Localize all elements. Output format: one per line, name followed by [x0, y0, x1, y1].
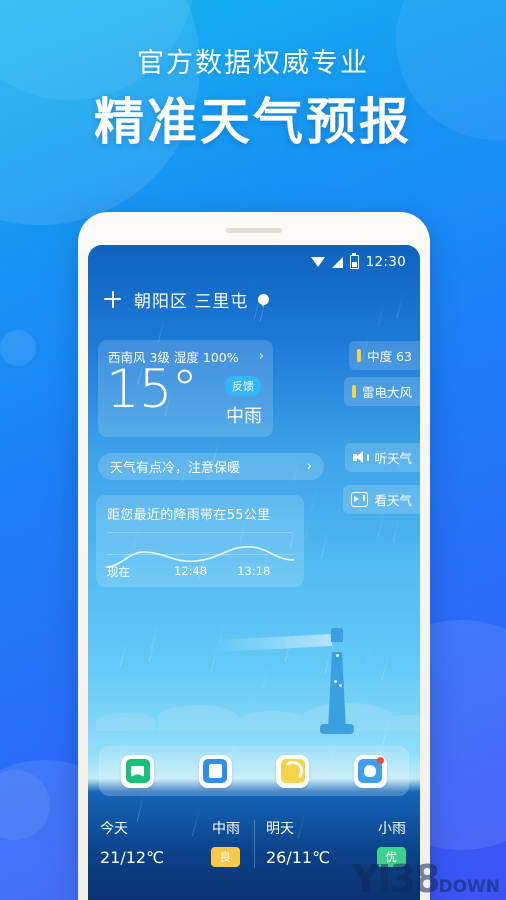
- rain-drop: [150, 622, 158, 649]
- aqi-bar-icon: [357, 349, 361, 362]
- location-bar[interactable]: 朝阳区 三里屯: [88, 279, 269, 319]
- hill-shape: [158, 705, 238, 731]
- quick-app-row: [99, 746, 409, 796]
- location-label[interactable]: 朝阳区 三里屯: [134, 287, 248, 312]
- photo-icon: [203, 759, 227, 783]
- rain-time-label: 现在: [107, 564, 174, 580]
- typhoon-icon: [281, 759, 305, 783]
- watch-weather-chip[interactable]: 看天气: [343, 485, 420, 514]
- lighthouse-base: [320, 724, 354, 734]
- poster-headline: 官方数据权威专业 精准天气预报: [0, 48, 506, 152]
- chevron-right-icon[interactable]: ›: [307, 459, 312, 474]
- rain-drop: [120, 639, 128, 666]
- weather-tip-bar[interactable]: 天气有点冷，注意保暖 ›: [98, 453, 324, 480]
- status-bar: 12:30: [88, 245, 420, 279]
- epidemic-app-button[interactable]: [354, 755, 387, 788]
- signal-icon: [332, 257, 343, 268]
- lighthouse-lamp: [331, 628, 343, 642]
- phone-speaker: [226, 228, 282, 233]
- news-app-button[interactable]: [121, 755, 154, 788]
- alert-bar-icon: [352, 385, 356, 398]
- rain-forecast-title: 距您最近的降雨带在55公里: [96, 495, 304, 523]
- listen-weather-label: 听天气: [374, 448, 412, 467]
- rain-drop: [367, 632, 375, 659]
- rain-drop: [321, 531, 329, 558]
- aqi-chip[interactable]: 中度 63: [349, 341, 420, 370]
- poster-title: 精准天气预报: [0, 94, 506, 152]
- rain-time-label: 13:18: [237, 564, 270, 580]
- lighthouse-window-icon: [336, 654, 339, 657]
- phone-mockup: 12:30 朝阳区 三里屯 西南风 3级 湿度 100% › 15° 反馈 中雨: [78, 212, 430, 900]
- temperature-row: 15° 反馈 中雨: [98, 366, 273, 415]
- rain-drop: [263, 661, 271, 688]
- location-pin-icon: [258, 294, 269, 305]
- alert-chip[interactable]: 雷电大风: [344, 377, 420, 406]
- poster-subtitle: 官方数据权威专业: [0, 48, 506, 80]
- rain-time-axis: 现在 12:48 13:18: [107, 564, 293, 580]
- rain-forecast-card[interactable]: 距您最近的降雨带在55公里 现在 12:48 13:18: [96, 495, 304, 587]
- feedback-badge[interactable]: 反馈: [225, 376, 261, 396]
- listen-weather-chip[interactable]: 听天气: [345, 443, 420, 472]
- virus-badge-icon: [377, 757, 384, 764]
- rain-time-label: 12:48: [174, 564, 237, 580]
- watermark-sub: DOWN: [438, 877, 500, 897]
- plus-icon[interactable]: [104, 291, 121, 308]
- watch-weather-label: 看天气: [374, 490, 412, 509]
- lighthouse-window-icon: [334, 680, 337, 683]
- status-bar-time: 12:30: [366, 254, 406, 270]
- chevron-right-icon[interactable]: ›: [259, 349, 264, 364]
- forecast-day-label: 今天: [100, 818, 128, 838]
- lighthouse-tower: [328, 652, 346, 730]
- lighthouse-window-icon: [339, 684, 342, 687]
- hill-shape: [96, 713, 156, 731]
- poster-root: 官方数据权威专业 精准天气预报 12:30 朝阳区 三里屯 西南风 3级 湿度 …: [0, 0, 506, 900]
- rain-drop: [311, 483, 319, 510]
- rain-drop: [397, 290, 405, 317]
- forecast-condition-label: 小雨: [378, 818, 406, 838]
- hill-silhouettes: [88, 697, 420, 731]
- photo-app-button[interactable]: [199, 755, 232, 788]
- hill-shape: [378, 715, 420, 731]
- rain-drop: [305, 511, 313, 538]
- speaker-icon: [353, 451, 368, 464]
- tv-icon: [351, 492, 368, 507]
- forecast-temps-label: 21/12℃: [100, 848, 164, 867]
- forecast-condition-label: 中雨: [212, 818, 240, 838]
- rain-drop: [392, 514, 400, 541]
- rain-drop: [378, 298, 386, 325]
- forecast-today[interactable]: 今天 中雨 21/12℃ 良: [88, 812, 254, 876]
- rain-drop: [409, 755, 417, 782]
- forecast-temps-label: 26/11℃: [266, 848, 330, 867]
- typhoon-app-button[interactable]: [276, 755, 309, 788]
- alert-chip-label: 雷电大风: [362, 382, 412, 401]
- weather-tip-label: 天气有点冷，注意保暖: [110, 457, 240, 476]
- hill-shape: [238, 711, 308, 731]
- current-weather-card[interactable]: 西南风 3级 湿度 100% › 15° 反馈 中雨: [98, 340, 273, 437]
- lighthouse-illustration: [324, 628, 350, 730]
- rain-drop: [158, 315, 166, 342]
- aqi-chip-label: 中度 63: [367, 346, 412, 365]
- phone-screen: 12:30 朝阳区 三里屯 西南风 3级 湿度 100% › 15° 反馈 中雨: [88, 245, 420, 900]
- forecast-aqi-badge: 良: [211, 847, 241, 867]
- forecast-day-label: 明天: [266, 818, 294, 838]
- wifi-icon: [311, 257, 325, 267]
- watermark: YI38DOWN: [352, 860, 500, 898]
- watermark-main: YI38: [352, 857, 439, 900]
- rain-drop: [382, 652, 390, 679]
- news-icon: [126, 759, 150, 783]
- battery-icon: [350, 255, 359, 269]
- current-condition-label: 中雨: [226, 402, 262, 428]
- temperature-value: 15°: [106, 366, 197, 415]
